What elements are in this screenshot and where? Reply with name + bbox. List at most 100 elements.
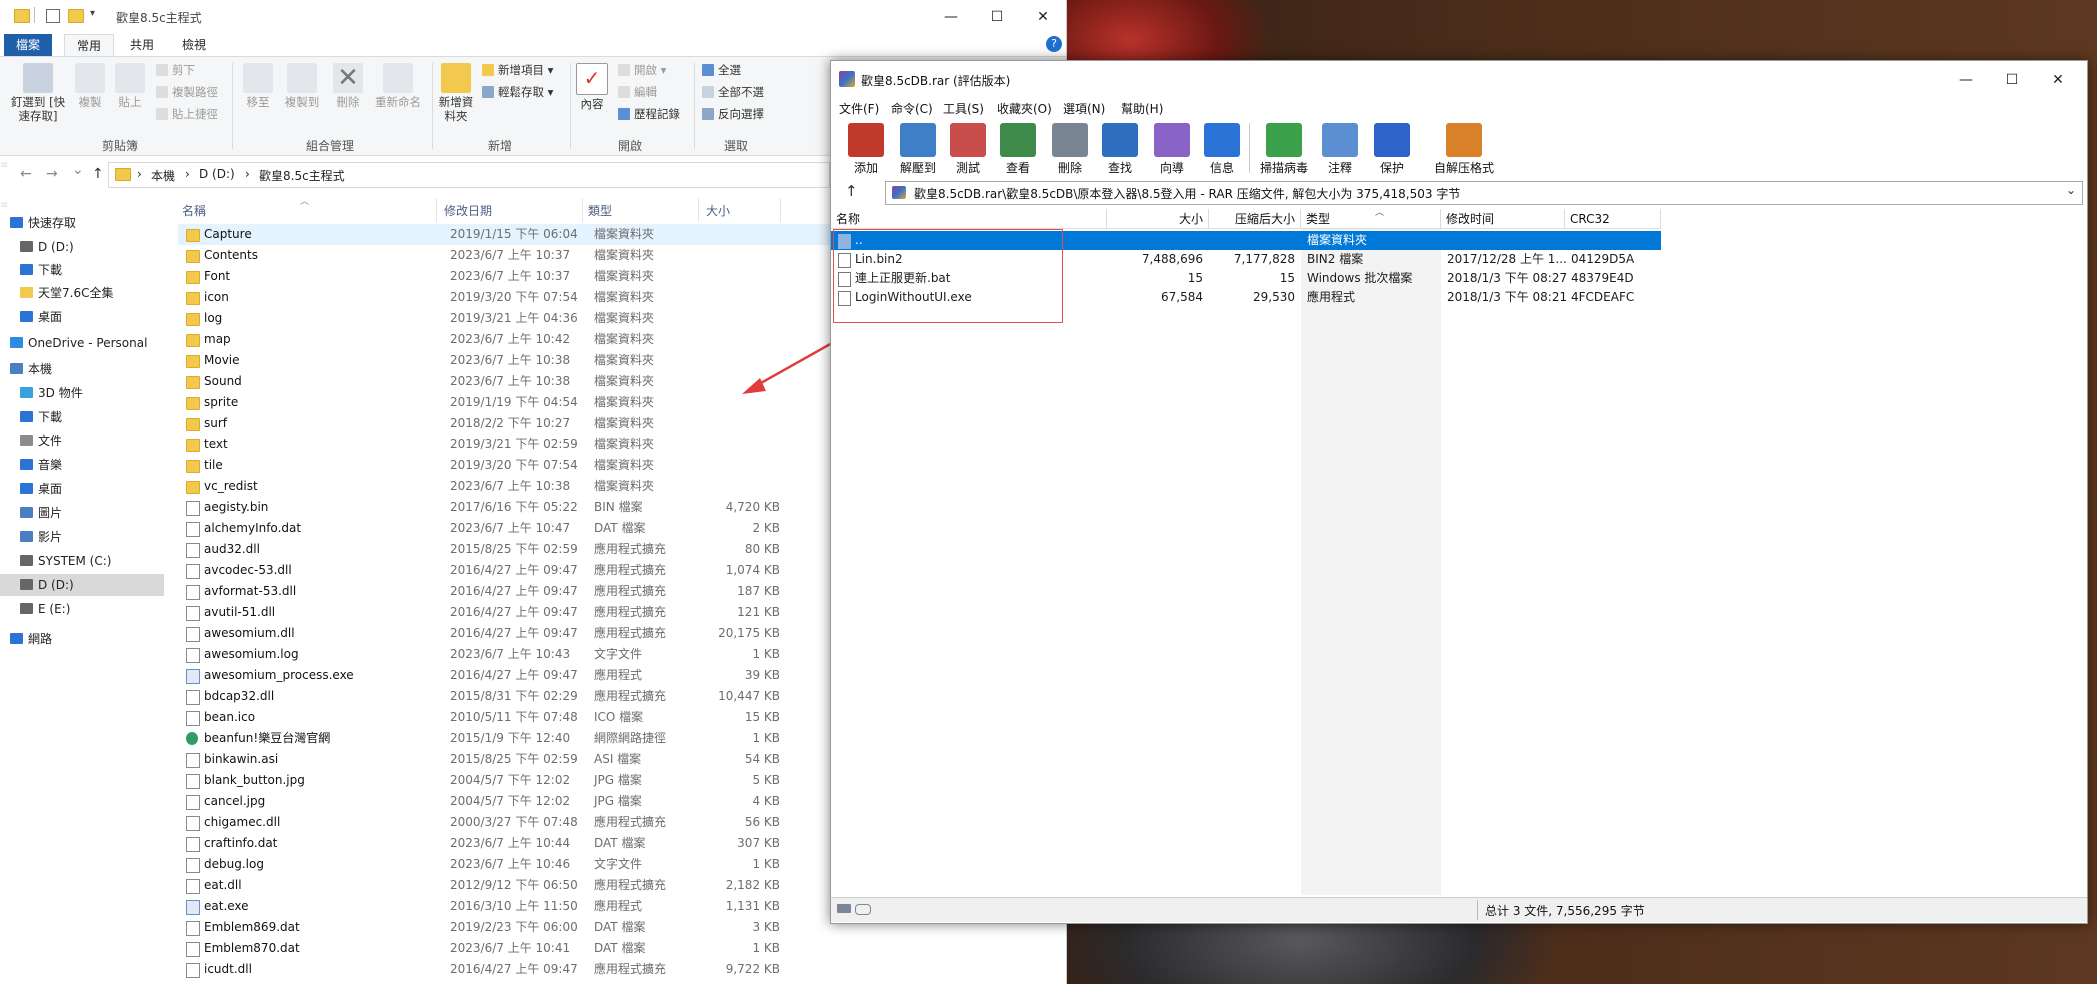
nav-item-3[interactable]: 天堂7.6C全集 — [0, 282, 164, 304]
copy-to-button[interactable]: 複製到 — [282, 63, 322, 109]
recent-locations-button[interactable]: ⌄ — [72, 162, 84, 178]
nav-item-17[interactable]: 網路 — [0, 628, 164, 650]
nav-item-2[interactable]: 下載 — [0, 259, 164, 281]
tool-button-3[interactable]: 查看 — [993, 123, 1043, 176]
maximize-button[interactable]: ☐ — [1989, 63, 2035, 97]
column-header-size[interactable]: 大小 — [706, 202, 730, 219]
menu-file[interactable]: 文件(F) — [839, 100, 879, 117]
nav-item-8[interactable]: 下載 — [0, 406, 164, 428]
minimize-button[interactable]: — — [1943, 63, 1989, 97]
nav-item-6[interactable]: 本機 — [0, 358, 164, 380]
nav-item-10[interactable]: 音樂 — [0, 454, 164, 476]
paste-button[interactable]: 貼上 — [112, 63, 148, 109]
nav-item-1[interactable]: D (D:) — [0, 236, 164, 258]
column-divider[interactable] — [582, 198, 583, 222]
nav-item-7[interactable]: 3D 物件 — [0, 382, 164, 404]
forward-button[interactable]: → — [46, 166, 58, 182]
column-header-type[interactable]: 类型 — [1301, 209, 1441, 229]
nav-item-13[interactable]: 影片 — [0, 526, 164, 548]
breadcrumb-this-pc[interactable]: 本機 — [151, 167, 175, 184]
explorer-titlebar[interactable]: ▾ 歡皇8.5c主程式 — ☐ ✕ — [0, 0, 1066, 34]
column-divider[interactable] — [780, 198, 781, 222]
invert-selection-button[interactable]: 反向選擇 — [702, 105, 764, 123]
tool-button-2[interactable]: 測試 — [943, 123, 993, 176]
nav-item-4[interactable]: 桌面 — [0, 306, 164, 328]
nav-item-0[interactable]: 快速存取 — [0, 212, 164, 234]
nav-item-11[interactable]: 桌面 — [0, 478, 164, 500]
nav-item-14[interactable]: SYSTEM (C:) — [0, 550, 164, 572]
column-header-packed[interactable]: 压縮后大小 — [1209, 209, 1301, 229]
tab-file[interactable]: 檔案 — [4, 34, 53, 56]
minimize-button[interactable]: — — [928, 0, 974, 34]
up-folder-button[interactable]: ↑ — [845, 182, 858, 200]
chevron-down-icon[interactable]: ⌄ — [2066, 183, 2076, 197]
tab-view[interactable]: 檢視 — [170, 34, 218, 56]
column-divider[interactable] — [698, 198, 699, 222]
chevron-down-icon[interactable]: ▾ — [90, 8, 100, 20]
nav-item-15[interactable]: D (D:) — [0, 574, 164, 596]
menu-tools[interactable]: 工具(S) — [943, 100, 984, 117]
address-box[interactable]: › 本機 › D (D:) › 歡皇8.5c主程式 — [108, 162, 830, 188]
tab-share[interactable]: 共用 — [118, 34, 166, 56]
column-header-crc[interactable]: CRC32 — [1565, 209, 1661, 229]
help-icon[interactable]: ? — [1046, 36, 1062, 52]
tool-button-7[interactable]: 信息 — [1197, 123, 1247, 176]
tool-button-11[interactable]: 自解压格式 — [1429, 123, 1499, 176]
close-button[interactable]: ✕ — [2035, 63, 2081, 97]
open-button[interactable]: 開啟 ▾ — [618, 61, 666, 79]
back-button[interactable]: ← — [20, 166, 32, 182]
column-header-modified[interactable]: 修改时间 — [1441, 209, 1565, 229]
archive-path-field[interactable]: 歡皇8.5cDB.rar\歡皇8.5cDB\原本登入器\8.5登入用 - RAR… — [885, 181, 2083, 205]
rename-button[interactable]: 重新命名 — [372, 63, 424, 109]
tool-button-0[interactable]: 添加 — [841, 123, 891, 176]
column-header-name[interactable]: 名稱 — [182, 202, 206, 219]
breadcrumb-folder[interactable]: 歡皇8.5c主程式 — [259, 167, 345, 184]
winrar-titlebar[interactable]: 歡皇8.5cDB.rar (評估版本) — ☐ ✕ — [831, 61, 2087, 97]
pin-quick-access-button[interactable]: 釘選到 [快速存取] — [10, 63, 66, 123]
select-none-button[interactable]: 全部不選 — [702, 83, 764, 101]
column-header-size[interactable]: 大小 — [1107, 209, 1209, 229]
edit-button[interactable]: 編輯 — [618, 83, 657, 101]
new-item-button[interactable]: 新增項目 ▾ — [482, 61, 553, 79]
new-folder-button[interactable]: 新增資料夾 — [436, 63, 476, 123]
tool-button-9[interactable]: 注釋 — [1315, 123, 1365, 176]
paste-shortcut-button[interactable]: 貼上捷徑 — [156, 105, 218, 123]
copy-path-button[interactable]: 複製路徑 — [156, 83, 218, 101]
file-type: JPG 檔案 — [594, 794, 642, 808]
history-button[interactable]: 歷程記錄 — [618, 105, 680, 123]
easy-access-button[interactable]: 輕鬆存取 ▾ — [482, 83, 553, 101]
cut-button[interactable]: 剪下 — [156, 61, 195, 79]
tab-home[interactable]: 常用 — [64, 34, 115, 57]
tool-button-6[interactable]: 向導 — [1147, 123, 1197, 176]
column-header-name[interactable]: 名称 — [831, 209, 1107, 229]
nav-item-12[interactable]: 圖片 — [0, 502, 164, 524]
nav-item-16[interactable]: E (E:) — [0, 598, 164, 620]
tool-button-1[interactable]: 解壓到 — [893, 123, 943, 176]
tool-button-10[interactable]: 保护 — [1367, 123, 1417, 176]
menu-help[interactable]: 幫助(H) — [1121, 100, 1163, 117]
menu-commands[interactable]: 命令(C) — [891, 100, 933, 117]
maximize-button[interactable]: ☐ — [974, 0, 1020, 34]
properties-quick-icon[interactable] — [46, 9, 60, 23]
up-button[interactable]: ↑ — [92, 166, 104, 182]
file-row[interactable]: Emblem870.dat 2023/6/7 上午 10:41 DAT 檔案 1 KB — [178, 938, 948, 959]
column-header-type[interactable]: 類型 — [588, 202, 612, 219]
delete-button[interactable]: ✕ 刪除 — [330, 63, 366, 109]
select-all-button[interactable]: 全選 — [702, 61, 741, 79]
move-to-button[interactable]: 移至 — [240, 63, 276, 109]
tool-button-8[interactable]: 掃描病毒 — [1259, 123, 1309, 176]
file-row[interactable]: icudt.dll 2016/4/27 上午 09:47 應用程式擴充 9,722 K… — [178, 959, 948, 980]
breadcrumb-drive-d[interactable]: D (D:) — [199, 167, 235, 181]
menu-options[interactable]: 選項(N) — [1063, 100, 1105, 117]
column-header-date[interactable]: 修改日期 — [444, 202, 492, 219]
close-button[interactable]: ✕ — [1020, 0, 1066, 34]
column-divider[interactable] — [436, 198, 437, 222]
tool-button-5[interactable]: 查找 — [1095, 123, 1145, 176]
tool-button-4[interactable]: 刪除 — [1045, 123, 1095, 176]
new-folder-quick-icon[interactable] — [68, 9, 84, 23]
properties-button[interactable]: ✓ 內容 — [574, 63, 610, 111]
nav-item-9[interactable]: 文件 — [0, 430, 164, 452]
nav-item-5[interactable]: OneDrive - Personal — [0, 332, 164, 354]
menu-favorites[interactable]: 收藏夾(O) — [997, 100, 1052, 117]
copy-button[interactable]: 複製 — [72, 63, 108, 109]
